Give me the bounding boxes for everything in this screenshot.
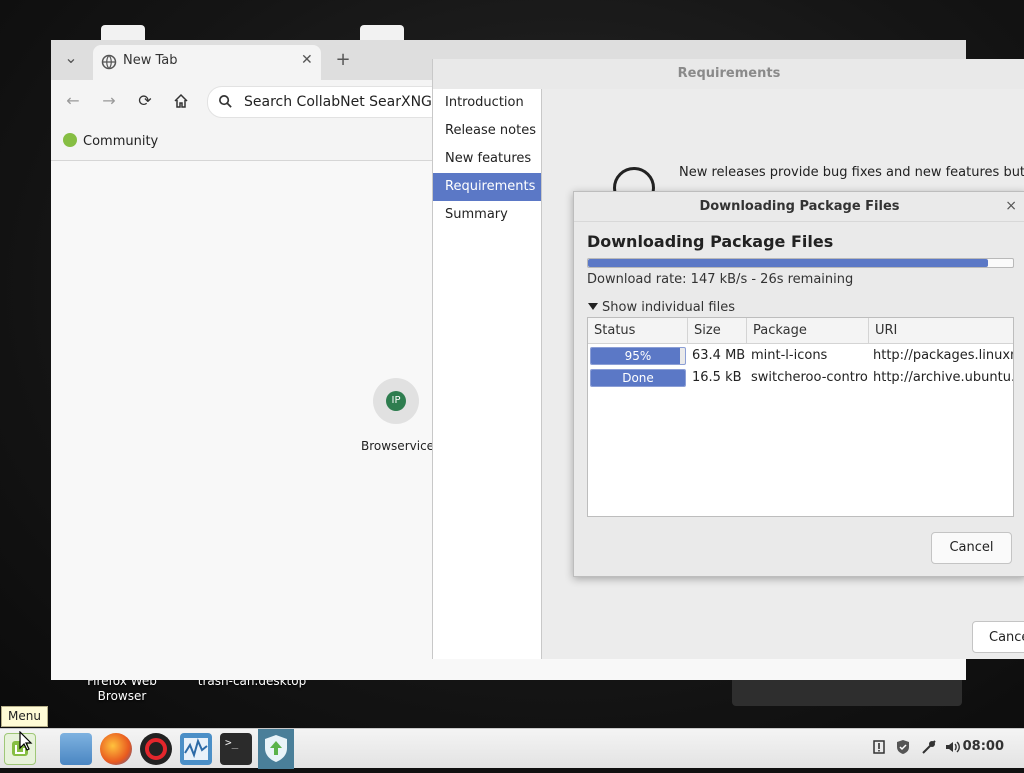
row-size: 63.4 MB <box>692 348 746 363</box>
show-files-expander[interactable]: Show individual files <box>588 300 735 315</box>
sidebar-item-new-features[interactable]: New features <box>433 145 541 173</box>
reload-icon[interactable]: ⟳ <box>133 89 157 113</box>
files-icon[interactable] <box>60 733 92 765</box>
mouse-cursor-icon <box>19 730 33 755</box>
sidebar-item-summary[interactable]: Summary <box>433 201 541 229</box>
tab-new-tab[interactable]: New Tab ✕ <box>93 45 321 80</box>
shortcut-tile[interactable]: IP Browservice <box>351 376 441 456</box>
shield-icon[interactable] <box>894 739 912 757</box>
new-tab-button[interactable]: + <box>331 48 355 72</box>
tab-list-button[interactable]: ⌄ <box>59 46 83 70</box>
update-manager-icon[interactable] <box>258 729 294 769</box>
network-icon[interactable] <box>920 739 938 757</box>
bookmark-label: Community <box>83 134 159 149</box>
search-icon <box>218 94 233 113</box>
opera-ring <box>145 738 167 760</box>
bookmark-community[interactable]: Community <box>63 133 158 149</box>
opera-icon[interactable] <box>140 733 172 765</box>
close-tab-icon[interactable]: ✕ <box>301 52 313 68</box>
wizard-title: Requirements <box>433 59 1024 89</box>
row-status: 95% <box>624 349 652 363</box>
row-progress-bar: 95% <box>590 347 686 365</box>
tab-title: New Tab <box>123 53 178 68</box>
sidebar-item-release-notes[interactable]: Release notes <box>433 117 541 145</box>
row-status: Done <box>622 371 654 385</box>
forward-icon[interactable]: → <box>97 89 121 113</box>
wizard-cancel-button[interactable]: Cance <box>972 621 1024 653</box>
clock[interactable]: 08:00 <box>963 739 1004 754</box>
home-icon[interactable] <box>169 89 193 113</box>
close-icon[interactable]: × <box>1005 192 1017 221</box>
system-monitor-icon[interactable] <box>180 733 212 765</box>
dialog-heading: Downloading Package Files <box>587 232 834 251</box>
mint-icon <box>63 133 77 147</box>
shortcut-avatar: IP <box>373 378 419 424</box>
row-package: mint-l-icons <box>751 348 828 363</box>
volume-icon[interactable] <box>944 739 962 757</box>
table-header: Status Size Package URI <box>588 318 1013 344</box>
desktop-shape <box>732 676 962 706</box>
firefox-icon[interactable] <box>100 733 132 765</box>
overall-progress-bar <box>587 258 1014 268</box>
row-progress-bar: Done <box>590 369 686 387</box>
globe-icon <box>101 54 117 74</box>
address-bar-text: Search CollabNet SearXNG or t <box>244 94 461 110</box>
overall-progress-fill <box>588 259 988 267</box>
taskbar: >_ 08:00 <box>0 728 1024 769</box>
column-status[interactable]: Status <box>588 318 688 343</box>
cancel-button[interactable]: Cancel <box>931 532 1012 564</box>
terminal-icon[interactable]: >_ <box>220 733 252 765</box>
shortcut-initials: IP <box>386 391 406 411</box>
dialog-titlebar: Downloading Package Files × <box>574 192 1024 222</box>
back-icon[interactable]: ← <box>61 89 85 113</box>
row-uri: http://packages.linuxmint.com <box>873 348 1013 363</box>
table-row[interactable]: 95% 63.4 MB mint-l-icons http://packages… <box>588 345 1013 367</box>
expander-triangle-icon <box>588 303 598 310</box>
column-size[interactable]: Size <box>688 318 747 343</box>
download-rate: Download rate: 147 kB/s - 26s remaining <box>587 272 854 287</box>
download-dialog: Downloading Package Files × Downloading … <box>573 191 1024 577</box>
row-size: 16.5 kB <box>692 370 742 385</box>
table-row[interactable]: Done 16.5 kB switcheroo-control http://a… <box>588 367 1013 389</box>
row-package: switcheroo-control <box>751 370 869 385</box>
wizard-sidebar: Introduction Release notes New features … <box>433 89 542 659</box>
notification-icon[interactable] <box>870 739 888 757</box>
files-table: Status Size Package URI 95% 63.4 MB mint… <box>587 317 1014 517</box>
column-uri[interactable]: URI <box>869 318 1013 343</box>
row-uri: http://archive.ubuntu.com <box>873 370 1013 385</box>
menu-tooltip: Menu <box>1 706 48 727</box>
sidebar-item-introduction[interactable]: Introduction <box>433 89 541 117</box>
dialog-title: Downloading Package Files <box>699 199 900 214</box>
shortcut-label: Browservice <box>361 439 435 453</box>
sidebar-item-requirements[interactable]: Requirements <box>433 173 541 201</box>
column-package[interactable]: Package <box>747 318 869 343</box>
expander-label: Show individual files <box>602 300 736 315</box>
